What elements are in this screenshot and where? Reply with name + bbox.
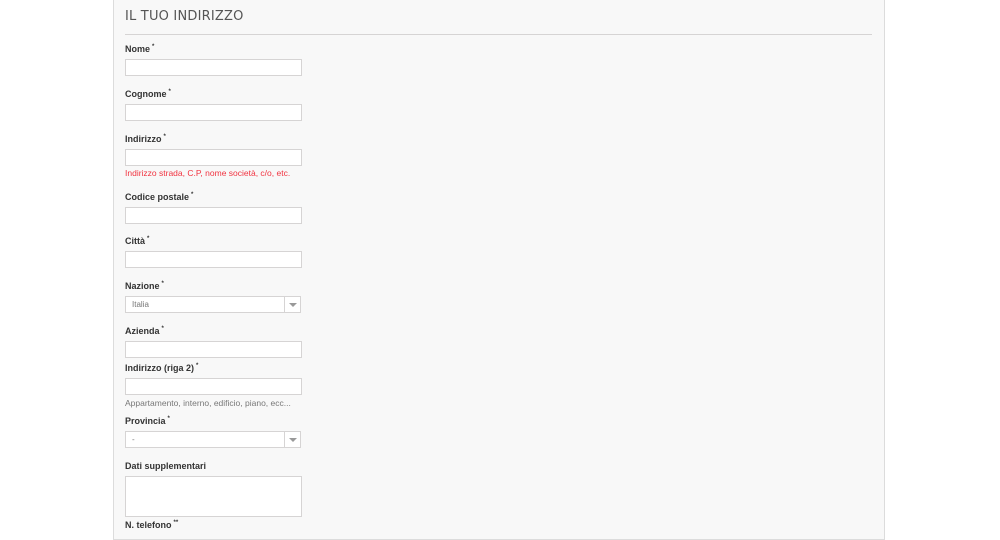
cognome-label: Cognome * [125,89,171,99]
nome-input[interactable] [125,59,302,76]
nazione-select[interactable]: Italia [125,296,301,313]
provincia-selected-value: - [132,435,135,444]
provincia-label: Provincia * [125,416,170,426]
indirizzo-label: Indirizzo * [125,134,166,144]
nazione-selected-value: Italia [132,300,149,309]
divider [125,34,872,35]
indirizzo2-input[interactable] [125,378,302,395]
indirizzo2-hint: Appartamento, interno, edificio, piano, … [125,398,291,408]
dati-supplementari-label: Dati supplementari [125,461,207,471]
citta-input[interactable] [125,251,302,268]
codice-postale-label: Codice postale * [125,192,194,202]
citta-label: Città * [125,236,150,246]
codice-postale-input[interactable] [125,207,302,224]
cognome-input[interactable] [125,104,302,121]
nome-label: Nome * [125,44,155,54]
section-title: IL TUO INDIRIZZO [125,9,244,24]
azienda-label: Azienda * [125,326,164,336]
provincia-select[interactable]: - [125,431,301,448]
chevron-down-icon[interactable] [284,297,300,312]
azienda-input[interactable] [125,341,302,358]
telefono-label: N. telefono ** [125,520,179,530]
indirizzo-hint: Indirizzo strada, C.P, nome società, c/o… [125,168,291,178]
nazione-label: Nazione * [125,281,164,291]
dati-supplementari-textarea[interactable] [125,476,302,517]
chevron-down-icon[interactable] [284,432,300,447]
address-form-panel [113,0,885,540]
indirizzo2-label: Indirizzo (riga 2) * [125,363,199,373]
indirizzo-input[interactable] [125,149,302,166]
